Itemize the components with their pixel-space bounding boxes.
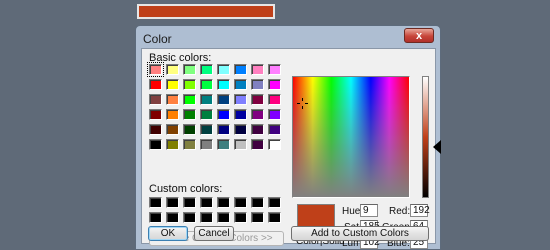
luminosity-slider[interactable]: [422, 76, 429, 198]
basic-color-swatch[interactable]: [149, 94, 162, 105]
basic-color-swatch[interactable]: [234, 94, 247, 105]
basic-color-swatch[interactable]: [200, 109, 213, 120]
dialog-title: Color: [143, 32, 172, 46]
basic-color-swatch[interactable]: [200, 94, 213, 105]
basic-color-swatch[interactable]: [251, 124, 264, 135]
custom-color-swatch[interactable]: [200, 197, 213, 208]
custom-colors-grid: [149, 197, 281, 223]
basic-color-swatch[interactable]: [234, 109, 247, 120]
basic-color-swatch[interactable]: [149, 109, 162, 120]
red-label: Red:: [389, 206, 411, 217]
basic-color-swatch[interactable]: [251, 109, 264, 120]
basic-color-swatch[interactable]: [183, 79, 196, 90]
custom-color-swatch[interactable]: [200, 212, 213, 223]
color-preview-bar: [137, 4, 275, 19]
basic-color-swatch[interactable]: [268, 94, 281, 105]
basic-color-swatch[interactable]: [200, 139, 213, 150]
custom-color-swatch[interactable]: [217, 212, 230, 223]
basic-color-swatch[interactable]: [183, 64, 196, 75]
custom-color-swatch[interactable]: [166, 212, 179, 223]
basic-color-swatch[interactable]: [183, 139, 196, 150]
basic-color-swatch[interactable]: [251, 94, 264, 105]
basic-color-swatch[interactable]: [166, 139, 179, 150]
basic-colors-grid: [147, 62, 281, 150]
basic-color-swatch[interactable]: [234, 64, 247, 75]
basic-color-swatch[interactable]: [268, 124, 281, 135]
color-dialog: Color x Basic colors: Custom colors: Def…: [135, 25, 441, 250]
basic-color-swatch[interactable]: [166, 109, 179, 120]
custom-color-swatch[interactable]: [251, 212, 264, 223]
basic-color-swatch[interactable]: [149, 139, 162, 150]
custom-color-swatch[interactable]: [149, 197, 162, 208]
custom-color-swatch[interactable]: [149, 212, 162, 223]
basic-color-swatch[interactable]: [268, 109, 281, 120]
basic-color-swatch[interactable]: [217, 124, 230, 135]
basic-color-swatch[interactable]: [217, 79, 230, 90]
basic-color-swatch[interactable]: [217, 139, 230, 150]
close-icon: x: [415, 30, 423, 42]
basic-color-swatch[interactable]: [183, 109, 196, 120]
custom-color-swatch[interactable]: [234, 212, 247, 223]
basic-color-swatch[interactable]: [234, 139, 247, 150]
basic-color-swatch[interactable]: [166, 79, 179, 90]
custom-color-swatch[interactable]: [268, 212, 281, 223]
basic-color-swatch[interactable]: [217, 94, 230, 105]
basic-color-swatch[interactable]: [217, 109, 230, 120]
basic-color-swatch[interactable]: [183, 124, 196, 135]
basic-colors-label: Basic colors:: [149, 52, 212, 64]
basic-color-swatch[interactable]: [268, 139, 281, 150]
custom-color-swatch[interactable]: [268, 197, 281, 208]
custom-color-swatch[interactable]: [217, 197, 230, 208]
basic-color-swatch[interactable]: [234, 124, 247, 135]
custom-color-swatch[interactable]: [251, 197, 264, 208]
basic-color-swatch[interactable]: [251, 139, 264, 150]
title-bar[interactable]: Color x: [136, 26, 440, 50]
basic-color-swatch[interactable]: [251, 64, 264, 75]
basic-color-swatch[interactable]: [166, 64, 179, 75]
custom-color-swatch[interactable]: [183, 212, 196, 223]
red-field[interactable]: 192: [410, 204, 430, 217]
hue-field[interactable]: 9: [360, 204, 378, 217]
ok-button[interactable]: OK: [148, 226, 188, 241]
basic-color-swatch[interactable]: [183, 94, 196, 105]
custom-color-swatch[interactable]: [166, 197, 179, 208]
basic-color-swatch[interactable]: [268, 64, 281, 75]
custom-colors-label: Custom colors:: [149, 183, 223, 195]
custom-color-swatch[interactable]: [234, 197, 247, 208]
basic-color-swatch[interactable]: [268, 79, 281, 90]
luminosity-arrow-icon[interactable]: [433, 140, 441, 154]
basic-color-swatch[interactable]: [234, 79, 247, 90]
basic-color-swatch[interactable]: [147, 62, 164, 77]
close-button[interactable]: x: [404, 28, 434, 43]
basic-color-swatch[interactable]: [200, 79, 213, 90]
basic-color-swatch[interactable]: [200, 124, 213, 135]
color-spectrum[interactable]: [292, 76, 410, 198]
basic-color-swatch[interactable]: [149, 124, 162, 135]
basic-color-swatch[interactable]: [166, 94, 179, 105]
crosshair-icon: [297, 98, 308, 109]
basic-color-swatch[interactable]: [149, 79, 162, 90]
custom-color-swatch[interactable]: [183, 197, 196, 208]
basic-color-swatch[interactable]: [200, 64, 213, 75]
basic-color-swatch[interactable]: [166, 124, 179, 135]
add-to-custom-colors-button[interactable]: Add to Custom Colors: [291, 226, 429, 241]
dialog-body: Basic colors: Custom colors: Define Cust…: [141, 48, 441, 249]
basic-color-swatch[interactable]: [251, 79, 264, 90]
cancel-button[interactable]: Cancel: [194, 226, 234, 241]
basic-color-swatch[interactable]: [217, 64, 230, 75]
